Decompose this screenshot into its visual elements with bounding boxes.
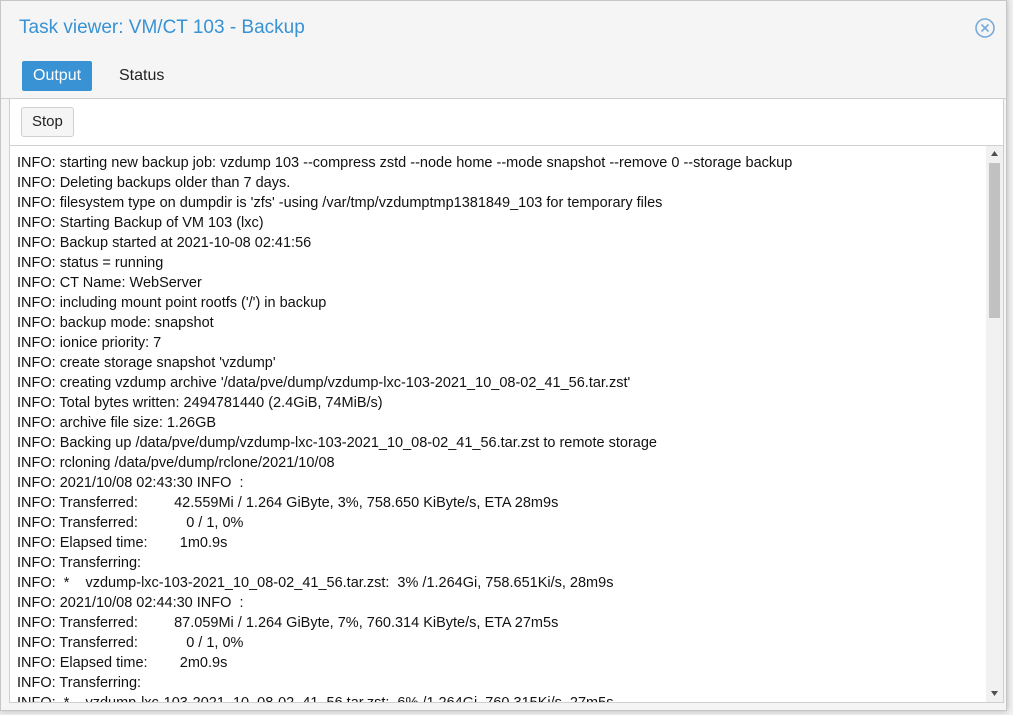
log-line: INFO: Transferred: 87.059Mi / 1.264 GiBy… <box>17 615 559 631</box>
log-line: INFO: 2021/10/08 02:44:30 INFO : <box>17 595 244 611</box>
scroll-down-arrow[interactable] <box>986 686 1003 702</box>
log-line: INFO: Transferred: 42.559Mi / 1.264 GiBy… <box>17 495 559 511</box>
log-line: INFO: ionice priority: 7 <box>17 335 162 351</box>
stop-button[interactable]: Stop <box>21 107 74 137</box>
log-line: INFO: * vzdump-lxc-103-2021_10_08-02_41_… <box>17 575 614 591</box>
task-viewer-window: Task viewer: VM/CT 103 - Backup Output S… <box>0 0 1007 711</box>
log-line: INFO: creating vzdump archive '/data/pve… <box>17 375 631 391</box>
log-line: INFO: Transferred: 0 / 1, 0% <box>17 515 244 531</box>
tab-output[interactable]: Output <box>22 61 93 91</box>
log-line: INFO: status = running <box>17 255 164 271</box>
title-bar: Task viewer: VM/CT 103 - Backup <box>1 1 1006 53</box>
log-line: INFO: Elapsed time: 1m0.9s <box>17 535 228 551</box>
log-line: INFO: rcloning /data/pve/dump/rclone/202… <box>17 455 335 471</box>
log-line: INFO: Backup started at 2021-10-08 02:41… <box>17 235 312 251</box>
log-line: INFO: CT Name: WebServer <box>17 275 202 291</box>
log-line: INFO: Starting Backup of VM 103 (lxc) <box>17 215 264 231</box>
scroll-up-arrow[interactable] <box>986 146 1003 162</box>
log-line: INFO: Transferring: <box>17 675 142 691</box>
triangle-down-icon <box>991 691 998 696</box>
log-output: INFO: starting new backup job: vzdump 10… <box>10 146 985 702</box>
log-line: INFO: backup mode: snapshot <box>17 315 214 331</box>
triangle-up-icon <box>991 151 998 156</box>
log-line: INFO: including mount point rootfs ('/')… <box>17 295 327 311</box>
tab-bar: Output Status <box>1 53 1006 99</box>
log-line: INFO: Elapsed time: 2m0.9s <box>17 655 228 671</box>
log-line: INFO: Total bytes written: 2494781440 (2… <box>17 395 383 411</box>
output-panel: Stop INFO: starting new backup job: vzdu… <box>9 98 1004 703</box>
toolbar: Stop <box>10 99 1003 146</box>
close-button[interactable] <box>974 17 996 39</box>
log-line: INFO: starting new backup job: vzdump 10… <box>17 155 793 171</box>
window-title: Task viewer: VM/CT 103 - Backup <box>19 17 305 38</box>
log-line: INFO: Transferred: 0 / 1, 0% <box>17 635 244 651</box>
log-line: INFO: * vzdump-lxc-103-2021_10_08-02_41_… <box>17 693 985 702</box>
log-line: INFO: filesystem type on dumpdir is 'zfs… <box>17 195 663 211</box>
vertical-scrollbar[interactable] <box>986 146 1003 702</box>
log-line: INFO: Deleting backups older than 7 days… <box>17 175 291 191</box>
log-line: INFO: Transferring: <box>17 555 142 571</box>
log-line: INFO: archive file size: 1.26GB <box>17 415 217 431</box>
scroll-thumb[interactable] <box>989 163 1000 318</box>
log-line: INFO: 2021/10/08 02:43:30 INFO : <box>17 475 244 491</box>
log-line: INFO: Backing up /data/pve/dump/vzdump-l… <box>17 435 657 451</box>
close-circle-icon <box>975 18 995 38</box>
tab-status[interactable]: Status <box>108 61 175 91</box>
log-line: INFO: create storage snapshot 'vzdump' <box>17 355 276 371</box>
